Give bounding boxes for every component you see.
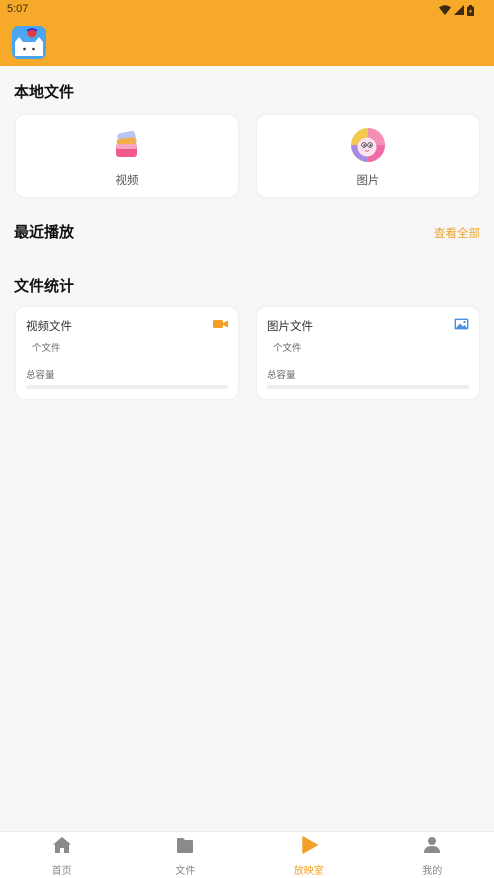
signal-icon [454, 5, 464, 15]
local-picture-label: 图片 [356, 173, 380, 187]
video-capacity-label: 总容量 [26, 370, 55, 381]
bottom-tab-bar: 首页 文件 放映室 我的 [0, 831, 494, 878]
play-icon [302, 836, 318, 854]
video-file-count: 个文件 [32, 343, 61, 354]
tab-files[interactable]: 文件 [124, 832, 248, 878]
status-icons [439, 4, 474, 16]
file-stats-title: 文件统计 [14, 277, 75, 295]
view-all-link[interactable]: 查看全部 [434, 225, 480, 241]
tab-mine[interactable]: 我的 [371, 832, 494, 878]
tab-home[interactable]: 首页 [0, 832, 124, 878]
app-logo[interactable] [12, 26, 46, 59]
picture-capacity-label: 总容量 [267, 370, 296, 381]
battery-icon [467, 4, 474, 16]
video-stats-title: 视频文件 [26, 319, 72, 333]
local-video-card[interactable]: 视频 [16, 115, 238, 197]
picture-capacity-bar [267, 385, 469, 389]
tab-files-label: 文件 [175, 866, 196, 877]
status-bar: 5:07 [0, 0, 494, 20]
video-capacity-bar [26, 385, 228, 389]
picture-face-icon [351, 128, 385, 162]
home-icon [52, 837, 71, 853]
app-header: 5:07 [0, 0, 494, 66]
recent-play-title: 最近播放 [14, 223, 75, 241]
tab-home-label: 首页 [51, 866, 72, 877]
video-stats-card[interactable]: 视频文件 个文件 总容量 [16, 307, 238, 399]
picture-stats-card[interactable]: 图片文件 个文件 总容量 [257, 307, 479, 399]
image-icon [454, 318, 469, 330]
wifi-icon [439, 5, 451, 15]
tab-mine-label: 我的 [422, 866, 443, 877]
status-time: 5:07 [7, 3, 29, 15]
local-video-label: 视频 [115, 173, 139, 187]
tab-screening-room-label: 放映室 [293, 866, 324, 877]
user-icon [424, 837, 441, 853]
video-camera-icon [213, 320, 228, 328]
picture-file-count: 个文件 [273, 343, 302, 354]
video-folder-icon [116, 130, 137, 157]
picture-stats-title: 图片文件 [267, 319, 313, 333]
local-picture-card[interactable]: 图片 [257, 115, 479, 197]
local-files-title: 本地文件 [14, 83, 75, 101]
folder-icon [177, 838, 194, 853]
tab-screening-room[interactable]: 放映室 [247, 832, 371, 878]
